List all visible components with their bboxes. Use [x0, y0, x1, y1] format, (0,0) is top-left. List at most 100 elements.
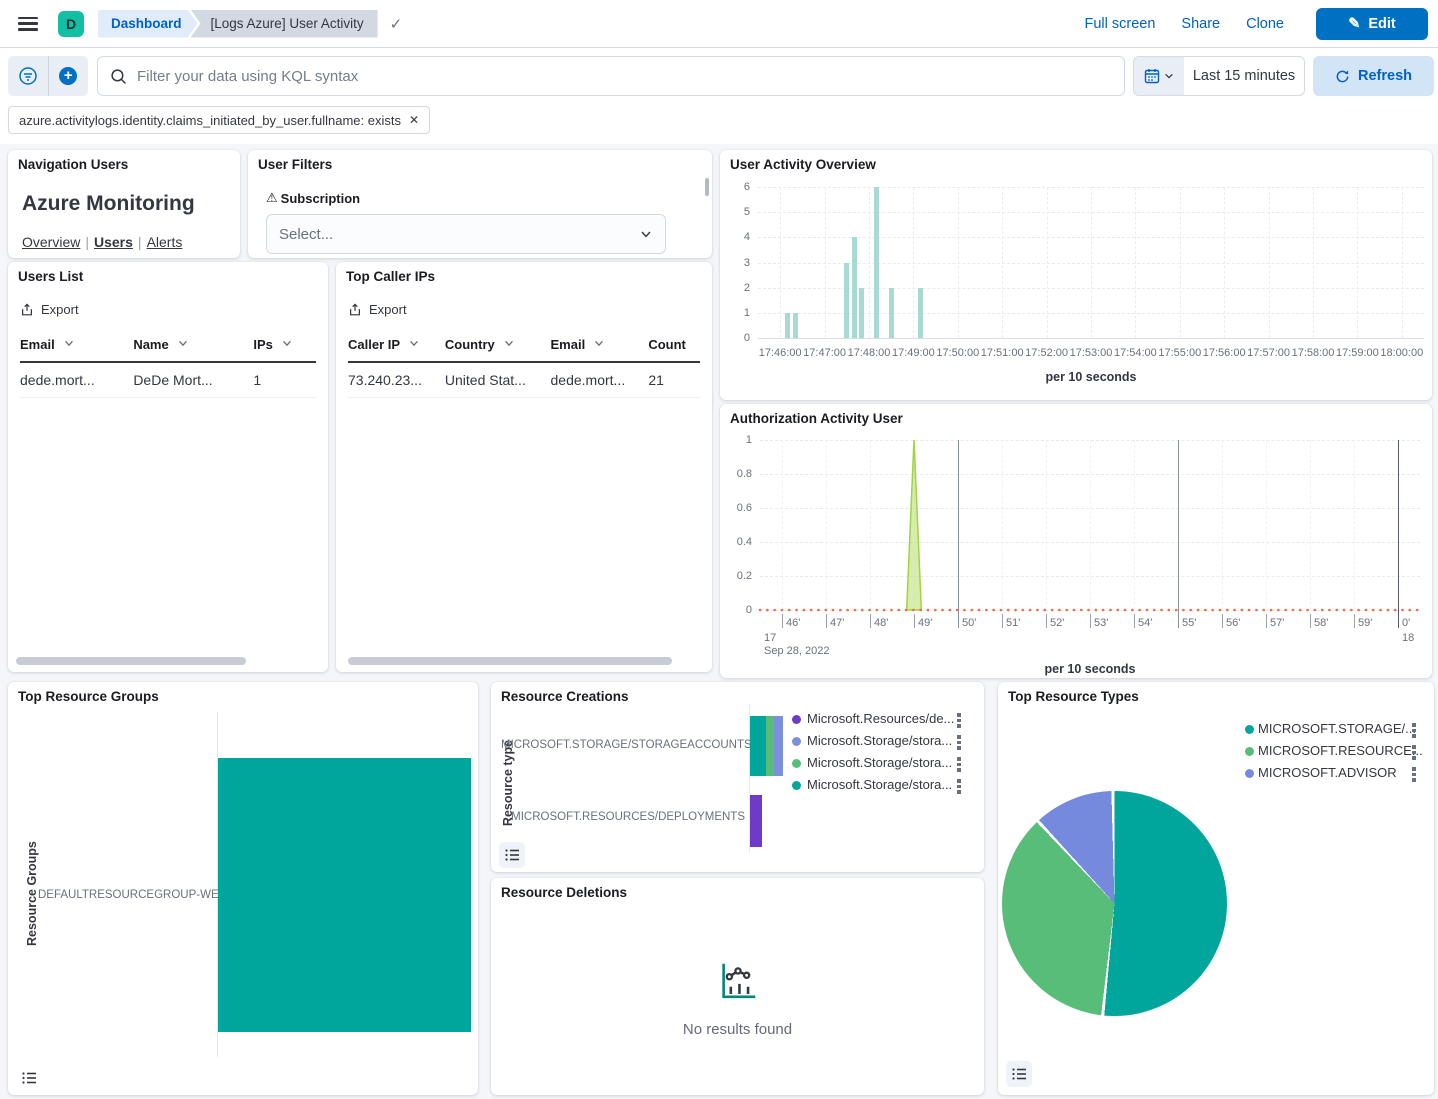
- sort-chevron-icon[interactable]: [63, 337, 75, 349]
- nav-links: Overview | Users | Alerts: [22, 234, 182, 250]
- user-activity-overview-chart[interactable]: 012345617:46:0017:47:0017:48:0017:49:001…: [720, 150, 1432, 400]
- link-separator: |: [85, 234, 89, 250]
- saved-query-menu-button[interactable]: [8, 56, 48, 96]
- space-avatar[interactable]: D: [58, 11, 84, 37]
- sort-chevron-icon[interactable]: [408, 337, 420, 349]
- share-link[interactable]: Share: [1181, 16, 1220, 32]
- panel-user-activity-overview: User Activity Overview 012345617:46:0017…: [720, 150, 1432, 400]
- legend-label[interactable]: Microsoft.Storage/stora...: [807, 733, 952, 748]
- column-header[interactable]: Email: [20, 328, 133, 362]
- pie-chart[interactable]: [1002, 791, 1227, 1016]
- export-button[interactable]: Export: [348, 302, 407, 317]
- legend-toggle-button[interactable]: [499, 842, 525, 868]
- nav-link-overview[interactable]: Overview: [22, 234, 80, 250]
- column-header[interactable]: Email: [551, 328, 649, 362]
- y-axis-tick: 0: [720, 332, 750, 344]
- legend-label[interactable]: Microsoft.Resources/de...: [807, 711, 954, 726]
- top-resource-types-chart[interactable]: MICROSOFT.STORAGE/... MICROSOFT.RESOURCE.…: [998, 682, 1434, 1095]
- panel-title: Navigation Users: [18, 157, 128, 172]
- sort-chevron-icon[interactable]: [593, 337, 605, 349]
- table-row[interactable]: dede.mort...DeDe Mort...1: [20, 362, 316, 398]
- kql-query-input[interactable]: [137, 68, 1112, 85]
- y-axis-tick: 4: [720, 231, 750, 243]
- legend-label[interactable]: Microsoft.Storage/stora...: [807, 755, 952, 770]
- column-header[interactable]: IPs: [253, 328, 316, 362]
- legend-item-actions-icon[interactable]: [957, 735, 961, 750]
- column-header[interactable]: Name: [133, 328, 253, 362]
- legend-item-actions-icon[interactable]: [1412, 745, 1416, 760]
- sort-chevron-icon[interactable]: [177, 337, 189, 349]
- stacked-bar-segment[interactable]: [766, 716, 774, 776]
- legend-item-actions-icon[interactable]: [957, 779, 961, 794]
- refresh-button[interactable]: Refresh: [1313, 56, 1434, 96]
- filter-controls-group: +: [8, 56, 88, 96]
- table-cell: DeDe Mort...: [133, 362, 253, 398]
- vertical-scrollbar[interactable]: [705, 178, 709, 196]
- legend-label[interactable]: MICROSOFT.STORAGE/...: [1258, 721, 1416, 736]
- top-resource-groups-chart[interactable]: Resource GroupsDEFAULTRESOURCEGROUP-WEU: [8, 682, 478, 1095]
- applied-filter-pill[interactable]: azure.activitylogs.identity.claims_initi…: [8, 106, 430, 134]
- add-filter-button[interactable]: +: [48, 56, 89, 96]
- kql-search-bar[interactable]: [97, 56, 1125, 96]
- empty-chart-icon: [715, 958, 761, 1004]
- chart-bar[interactable]: [785, 313, 790, 338]
- chart-bar[interactable]: [918, 288, 923, 338]
- legend-item-actions-icon[interactable]: [1412, 767, 1416, 782]
- y-axis-tick: 5: [720, 206, 750, 218]
- nav-link-alerts[interactable]: Alerts: [147, 234, 183, 250]
- link-separator: |: [138, 234, 142, 250]
- breadcrumb-dashboard[interactable]: Dashboard: [98, 10, 198, 38]
- table-cell: United Stat...: [445, 362, 551, 398]
- chart-bar[interactable]: [218, 758, 471, 1032]
- legend-dot: [1245, 725, 1254, 734]
- stacked-bar-segment[interactable]: [774, 716, 783, 776]
- chart-bar[interactable]: [859, 288, 864, 338]
- stacked-bar-segment[interactable]: [750, 716, 766, 776]
- resource-creations-chart[interactable]: Resource typeMICROSOFT.STORAGE/STORAGEAC…: [491, 682, 984, 872]
- full-screen-link[interactable]: Full screen: [1084, 16, 1155, 32]
- clone-link[interactable]: Clone: [1246, 16, 1284, 32]
- legend-toggle-button[interactable]: [1006, 1061, 1032, 1087]
- chart-bar[interactable]: [852, 237, 857, 338]
- chart-bar[interactable]: [874, 187, 879, 338]
- panel-navigation-users: Navigation Users Azure Monitoring Overvi…: [8, 150, 240, 258]
- date-picker-menu-button[interactable]: [1134, 57, 1184, 95]
- sort-chevron-icon[interactable]: [281, 337, 293, 349]
- x-axis-title: per 10 seconds: [760, 662, 1420, 676]
- legend-dot: [792, 781, 801, 790]
- breadcrumb-current-page[interactable]: [Logs Azure] User Activity: [191, 10, 378, 38]
- chart-bar[interactable]: [844, 263, 849, 339]
- legend-label[interactable]: Microsoft.Storage/stora...: [807, 777, 952, 792]
- table-row[interactable]: 73.240.23...United Stat...dede.mort...21: [348, 362, 700, 398]
- column-header[interactable]: Country: [445, 328, 551, 362]
- time-range-button[interactable]: Last 15 minutes: [1184, 57, 1304, 95]
- menu-icon[interactable]: [18, 17, 38, 31]
- column-header[interactable]: Caller IP: [348, 328, 445, 362]
- legend-label[interactable]: MICROSOFT.ADVISOR: [1258, 765, 1397, 780]
- export-button[interactable]: Export: [20, 302, 79, 317]
- legend-label[interactable]: MICROSOFT.RESOURCE...: [1258, 743, 1423, 758]
- stacked-bar-segment[interactable]: [750, 795, 762, 847]
- remove-filter-icon[interactable]: ✕: [409, 113, 419, 127]
- edit-button[interactable]: ✎ Edit: [1316, 8, 1428, 40]
- search-icon: [110, 68, 127, 85]
- chart-bar[interactable]: [889, 288, 894, 338]
- column-header[interactable]: Count: [648, 328, 700, 362]
- users-table: EmailNameIPsdede.mort...DeDe Mort...1: [20, 328, 316, 398]
- legend-item-actions-icon[interactable]: [957, 713, 961, 728]
- legend-item-actions-icon[interactable]: [957, 757, 961, 772]
- x-axis-tick: 18:00:00: [1378, 347, 1426, 359]
- nav-link-users[interactable]: Users: [94, 234, 133, 250]
- sort-chevron-icon[interactable]: [503, 337, 515, 349]
- horizontal-scrollbar[interactable]: [16, 657, 246, 665]
- horizontal-scrollbar[interactable]: [348, 657, 672, 665]
- legend-toggle-button[interactable]: [16, 1065, 42, 1091]
- subscription-select[interactable]: Select...: [266, 214, 666, 254]
- legend-item-actions-icon[interactable]: [1412, 723, 1416, 738]
- table-header-row: Caller IPCountryEmailCount: [348, 328, 700, 362]
- chart-bar[interactable]: [793, 313, 798, 338]
- authorization-activity-chart[interactable]: 00.20.40.60.8146'47'48'49'50'51'52'53'54…: [720, 404, 1432, 678]
- category-label: MICROSOFT.STORAGE/STORAGEACCOUNTS: [501, 739, 745, 751]
- x-axis-tick: 17:51:00: [978, 347, 1026, 359]
- query-toolbar: + Last 15 minutes: [0, 48, 1438, 144]
